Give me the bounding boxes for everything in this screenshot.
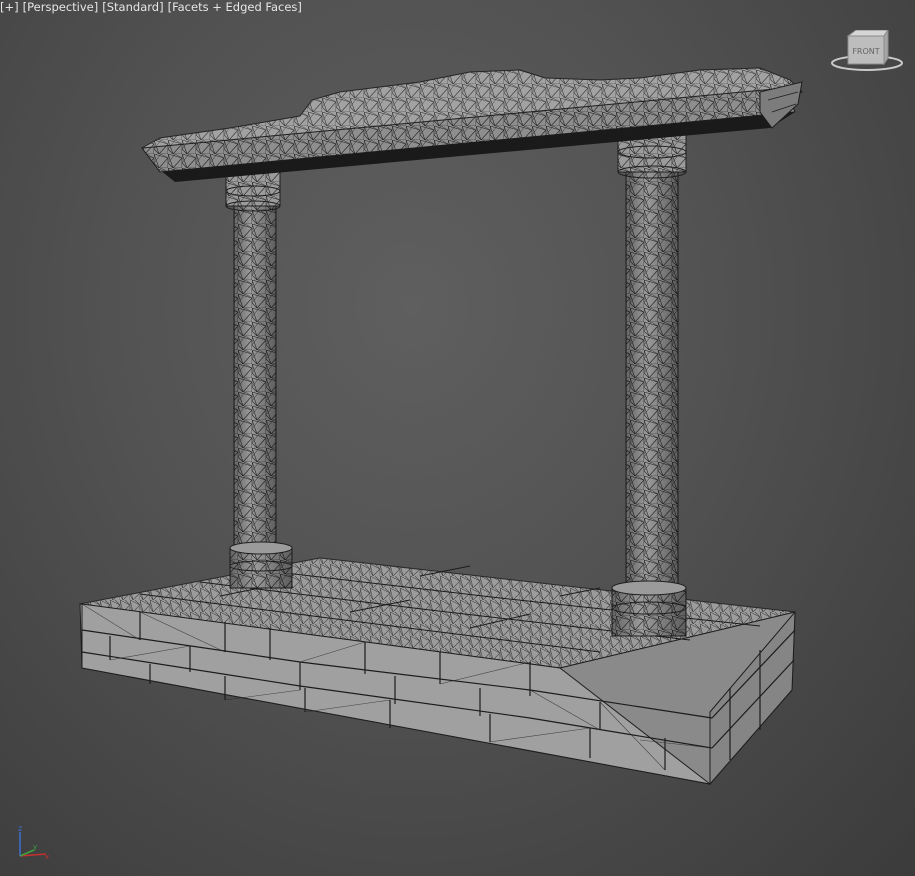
viewport-view-menu[interactable]: [Perspective] [23,0,99,16]
viewport-label-menu[interactable]: [+] [Perspective] [Standard] [Facets + E… [0,0,302,16]
perspective-viewport[interactable]: [+] [Perspective] [Standard] [Facets + E… [0,0,915,876]
stone-base[interactable] [79,557,796,786]
x-axis-label: x [45,853,49,861]
viewport-general-menu[interactable]: [+] [0,0,19,16]
axis-tripod-icon: z x y [12,822,52,864]
general-menu-label: + [4,0,15,14]
display-mode-label: Facets + Edged Faces [172,0,298,14]
viewcube-icon[interactable]: FRONT [830,28,904,76]
view-label: Perspective [27,0,94,14]
left-column[interactable] [225,171,293,589]
viewcube-face-label: FRONT [852,47,879,56]
lintel-beam[interactable] [141,67,803,182]
y-axis-label: y [33,843,37,851]
viewport-scene[interactable] [0,0,915,876]
viewport-display-mode-menu[interactable]: [Facets + Edged Faces] [168,0,302,16]
right-column[interactable] [611,131,687,637]
z-axis-label: z [18,824,22,833]
shading-label: Standard [106,0,160,14]
viewport-shading-menu[interactable]: [Standard] [102,0,163,16]
